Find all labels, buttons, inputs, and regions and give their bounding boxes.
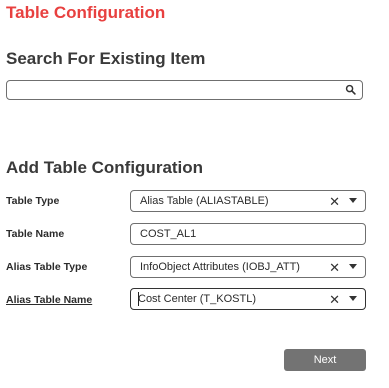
table-name-value: COST_AL1 [140, 228, 197, 240]
table-type-label: Table Type [6, 195, 60, 207]
alias-table-type-label: Alias Table Type [6, 261, 88, 273]
table-name-label: Table Name [6, 228, 65, 240]
search-section-title: Search For Existing Item [6, 49, 206, 68]
alias-table-name-select[interactable]: Cost Center (T_KOSTL) ✕ [130, 288, 366, 310]
config-section-title: Add Table Configuration [6, 158, 204, 177]
search-input[interactable] [11, 82, 335, 100]
alias-table-type-value: InfoObject Attributes (IOBJ_ATT) [140, 261, 300, 273]
alias-table-name-label: Alias Table Name [6, 294, 93, 306]
search-box[interactable] [6, 80, 363, 100]
clear-icon[interactable]: ✕ [329, 292, 340, 308]
alias-table-type-select[interactable]: InfoObject Attributes (IOBJ_ATT) ✕ [130, 256, 366, 278]
chevron-down-icon[interactable] [349, 198, 357, 203]
next-button[interactable]: Next [284, 349, 366, 371]
chevron-down-icon[interactable] [349, 264, 357, 269]
clear-icon[interactable]: ✕ [329, 194, 340, 210]
table-type-value: Alias Table (ALIASTABLE) [140, 195, 269, 207]
search-icon[interactable] [345, 84, 356, 95]
chevron-down-icon[interactable] [349, 296, 357, 301]
table-type-select[interactable]: Alias Table (ALIASTABLE) ✕ [130, 190, 366, 212]
alias-table-name-value: Cost Center (T_KOSTL) [138, 293, 256, 305]
table-name-input[interactable]: COST_AL1 [130, 223, 366, 245]
page-title: Table Configuration [6, 3, 166, 22]
clear-icon[interactable]: ✕ [329, 260, 340, 276]
